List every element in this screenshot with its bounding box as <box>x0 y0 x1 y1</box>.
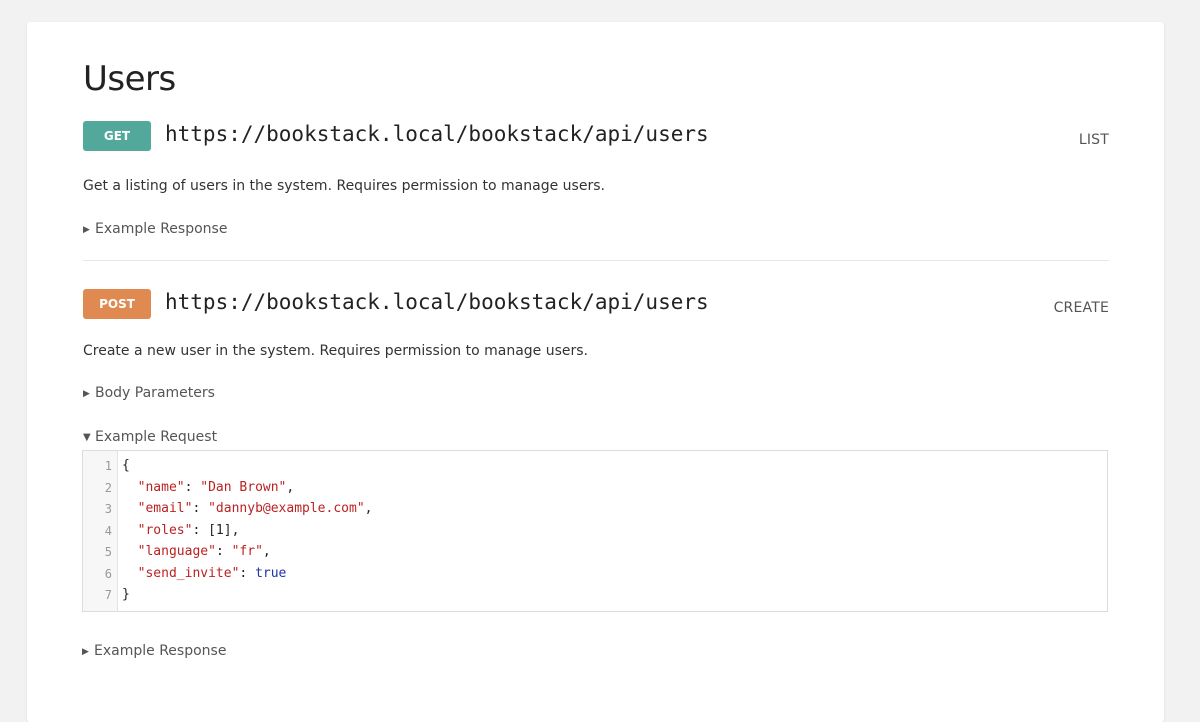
json-value: "dannyb@example.com" <box>208 501 365 516</box>
code-text: "name": "Dan Brown", <box>137 479 295 495</box>
code-text: "send_invite": true <box>137 565 287 581</box>
json-value: "Dan Brown" <box>200 479 287 495</box>
json-value: true <box>255 565 287 581</box>
json-value: "fr" <box>231 544 263 559</box>
json-key: "send_invite" <box>137 565 240 581</box>
json-key: "roles" <box>137 522 193 538</box>
example-response-toggle[interactable]: ▶ Example Response <box>83 221 227 237</box>
endpoint-action-label: LIST <box>1078 132 1109 148</box>
line-number: 7 <box>104 588 112 602</box>
endpoint-description: Create a new user in the system. Require… <box>83 343 588 359</box>
json-key: "name" <box>137 479 185 495</box>
json-value: [1] <box>208 522 232 538</box>
endpoint-action-label: CREATE <box>1053 300 1109 316</box>
line-number: 3 <box>104 502 112 516</box>
triangle-right-icon: ▶ <box>83 389 90 399</box>
code-text: } <box>122 587 130 602</box>
endpoint-url: https://bookstack.local/bookstack/api/us… <box>165 122 709 146</box>
code-text: "roles": [1], <box>137 522 240 538</box>
example-request-toggle[interactable]: ▼ Example Request <box>83 429 217 445</box>
code-text: "email": "dannyb@example.com", <box>137 501 373 516</box>
endpoint-url: https://bookstack.local/bookstack/api/us… <box>165 290 709 314</box>
json-key: "language" <box>137 544 216 559</box>
body-parameters-toggle[interactable]: ▶ Body Parameters <box>83 385 215 401</box>
code-text: "language": "fr", <box>137 544 271 559</box>
triangle-right-icon: ▶ <box>83 225 90 235</box>
triangle-down-icon: ▼ <box>83 432 91 443</box>
endpoint-description: Get a listing of users in the system. Re… <box>83 178 605 194</box>
toggle-label: Example Request <box>95 429 218 445</box>
json-key: "email" <box>137 501 193 516</box>
toggle-label: Example Response <box>94 643 227 659</box>
line-number: 5 <box>104 545 112 559</box>
line-number: 1 <box>104 459 112 473</box>
method-badge-get: GET <box>83 121 151 151</box>
endpoint-list-header: GET https://bookstack.local/bookstack/ap… <box>83 121 1109 153</box>
endpoint-divider <box>83 260 1109 261</box>
triangle-right-icon: ▶ <box>82 647 89 657</box>
code-text: { <box>122 458 130 473</box>
toggle-label: Body Parameters <box>95 385 215 401</box>
example-response-toggle[interactable]: ▶ Example Response <box>82 643 226 659</box>
line-number: 2 <box>104 480 112 495</box>
line-number: 6 <box>104 566 112 581</box>
toggle-label: Example Response <box>95 221 228 237</box>
content-card: Users GET https://bookstack.local/bookst… <box>27 22 1164 722</box>
endpoint-create-header: POST https://bookstack.local/bookstack/a… <box>83 289 1109 321</box>
page-title: Users <box>83 59 176 99</box>
method-badge-post: POST <box>83 289 151 319</box>
example-request-code-block[interactable]: 1 {2 "name": "Dan Brown", 3 "email": "dann… <box>82 450 1108 612</box>
line-number: 4 <box>104 523 112 538</box>
